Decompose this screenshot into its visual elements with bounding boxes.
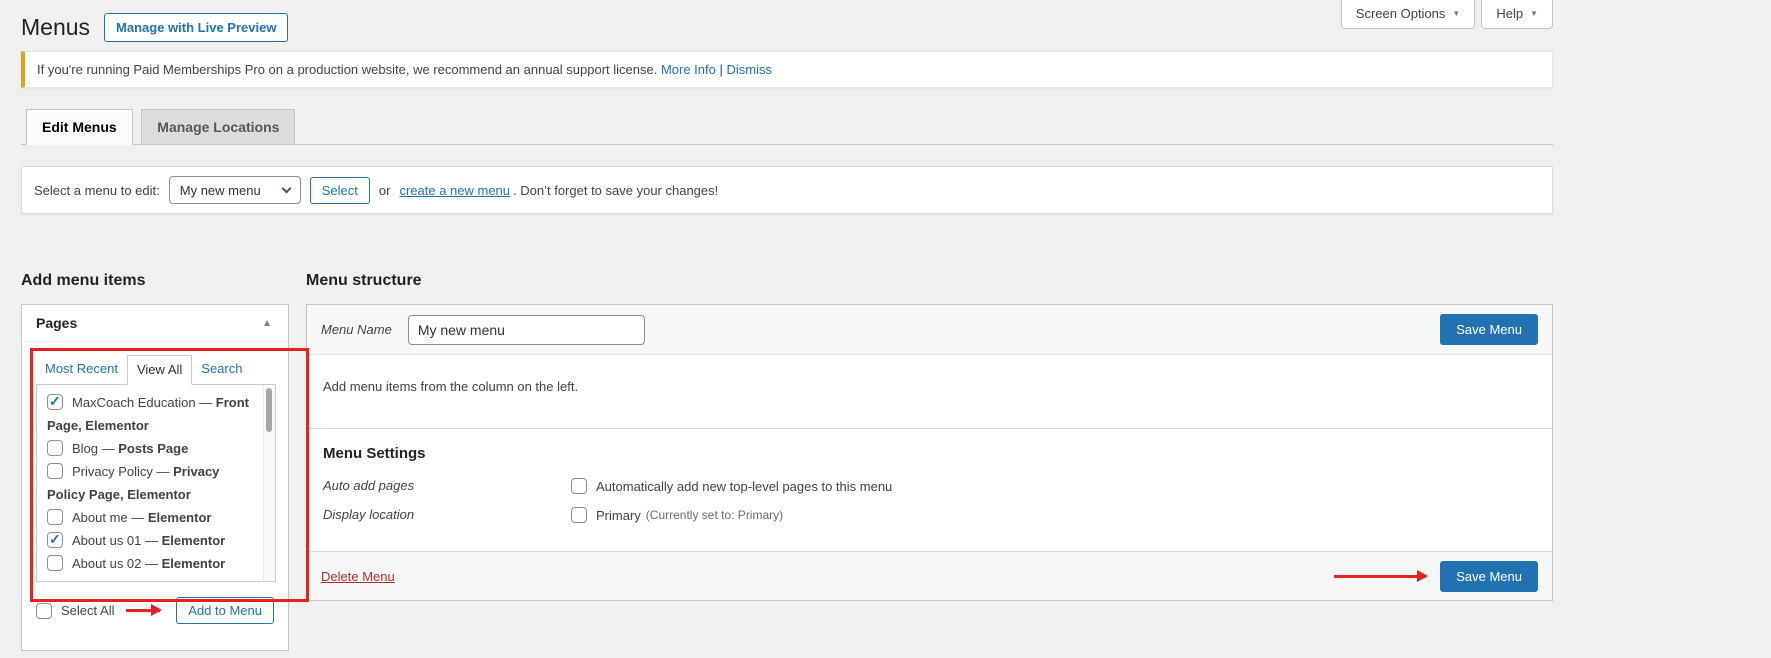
page-item[interactable]: About us 02 — Elementor <box>47 552 249 575</box>
menu-settings-heading: Menu Settings <box>323 445 1536 462</box>
menu-edit-panel: Menu Name Save Menu Add menu items from … <box>306 304 1553 601</box>
chevron-down-icon <box>281 183 291 193</box>
select-all-checkbox[interactable] <box>36 603 52 619</box>
scrollbar-thumb[interactable] <box>266 388 272 432</box>
chevron-down-icon: ▼ <box>1530 9 1538 18</box>
pages-body: Most Recent View All Search MaxCoach Edu… <box>22 342 288 582</box>
save-menu-button-top[interactable]: Save Menu <box>1440 314 1538 345</box>
tab-edit-menus[interactable]: Edit Menus <box>26 109 133 145</box>
select-all-row: Select All Add to Menu <box>22 582 288 624</box>
page-checkbox[interactable] <box>47 394 63 410</box>
menus-admin-screen: Screen Options ▼ Help ▼ Menus Manage wit… <box>0 0 1771 658</box>
page-item[interactable]: Blog — Posts Page <box>47 437 249 460</box>
auto-add-pages-label: Auto add pages <box>323 478 571 493</box>
help-button[interactable]: Help ▼ <box>1481 0 1553 29</box>
menu-select-dropdown[interactable]: My new menu <box>169 176 301 204</box>
display-location-checkbox[interactable] <box>571 507 587 523</box>
dismiss-link[interactable]: Dismiss <box>727 62 773 77</box>
notice-separator: | <box>720 62 723 77</box>
select-button[interactable]: Select <box>310 177 370 204</box>
page-item-label: Privacy Policy — <box>72 464 173 479</box>
manage-live-preview-button[interactable]: Manage with Live Preview <box>104 13 288 42</box>
chevron-down-icon: ▼ <box>1452 9 1460 18</box>
or-text: or <box>379 183 391 198</box>
page-item[interactable]: About me — Elementor <box>47 506 249 529</box>
add-menu-items-heading: Add menu items <box>21 272 289 290</box>
add-to-menu-button[interactable]: Add to Menu <box>176 597 274 624</box>
settings-divider <box>307 428 1552 429</box>
notice-text: If you're running Paid Memberships Pro o… <box>37 62 657 77</box>
select-menu-label: Select a menu to edit: <box>34 183 160 198</box>
screen-options-label: Screen Options <box>1356 6 1446 21</box>
menu-structure-column: Menu structure Menu Name Save Menu Add m… <box>306 272 1553 601</box>
page-item-label: About me — <box>72 510 148 525</box>
nav-tab-bar: Edit Menus Manage Locations <box>21 109 1553 145</box>
menu-structure-heading: Menu structure <box>306 272 1553 290</box>
display-location-label: Display location <box>323 507 571 522</box>
select-all-label: Select All <box>61 603 114 618</box>
menu-panel-footer: Delete Menu Save Menu <box>307 551 1552 600</box>
display-location-row: Display location Primary (Currently set … <box>323 507 1536 523</box>
create-new-menu-link[interactable]: create a new menu <box>399 183 510 198</box>
page-header: Menus Manage with Live Preview <box>21 0 1553 42</box>
annotation-arrow-add-to-menu <box>126 609 160 612</box>
page-checkbox[interactable] <box>47 532 63 548</box>
page-item[interactable]: About us 01 — Elementor <box>47 529 249 552</box>
screen-options-button[interactable]: Screen Options ▼ <box>1341 0 1476 29</box>
annotation-arrow-save-menu <box>1334 575 1426 578</box>
tab-search[interactable]: Search <box>192 355 251 384</box>
tab-most-recent[interactable]: Most Recent <box>36 355 127 384</box>
auto-add-pages-option[interactable]: Automatically add new top-level pages to… <box>571 478 892 494</box>
page-checkbox[interactable] <box>47 463 63 479</box>
empty-menu-text: Add menu items from the column on the le… <box>323 379 1536 394</box>
save-changes-hint: . Don’t forget to save your changes! <box>513 183 718 198</box>
auto-add-pages-checkbox[interactable] <box>571 478 587 494</box>
tab-manage-locations[interactable]: Manage Locations <box>141 109 295 145</box>
pages-checklist: MaxCoach Education — Front Page, Element… <box>36 384 276 582</box>
pages-title: Pages <box>36 315 77 331</box>
add-menu-items-column: Add menu items Pages ▲ Most Recent View … <box>21 272 289 651</box>
page-item-label-bold: Elementor <box>162 533 226 548</box>
collapse-arrow-icon[interactable]: ▲ <box>260 318 274 329</box>
scrollbar-track <box>263 385 275 581</box>
page-title: Menus <box>21 14 90 42</box>
page-item-label-bold: Elementor <box>162 556 226 571</box>
display-location-option[interactable]: Primary (Currently set to: Primary) <box>571 507 783 523</box>
display-location-option-label: Primary <box>596 508 641 523</box>
menu-name-label: Menu Name <box>321 322 392 337</box>
page-item-label: About us 01 — <box>72 533 162 548</box>
menu-panel-header: Menu Name Save Menu <box>307 305 1552 355</box>
page-checkbox[interactable] <box>47 509 63 525</box>
help-label: Help <box>1496 6 1523 21</box>
top-toolbar: Screen Options ▼ Help ▼ <box>1341 0 1553 29</box>
auto-add-pages-option-label: Automatically add new top-level pages to… <box>596 479 892 494</box>
menu-select-value: My new menu <box>180 183 261 198</box>
display-location-note: (Currently set to: Primary) <box>646 508 783 522</box>
page-item-label: About us 02 — <box>72 556 162 571</box>
pages-filter-tabs: Most Recent View All Search <box>36 355 276 384</box>
page-item-label-bold: Posts Page <box>118 441 188 456</box>
page-checkbox[interactable] <box>47 555 63 571</box>
page-item-label: Blog — <box>72 441 118 456</box>
tab-view-all[interactable]: View All <box>127 355 192 385</box>
page-item-label-bold: Elementor <box>148 510 212 525</box>
footer-save-area: Save Menu <box>1334 561 1538 592</box>
admin-notice: If you're running Paid Memberships Pro o… <box>21 51 1553 88</box>
page-item[interactable]: Privacy Policy — Privacy Policy Page, El… <box>47 460 249 506</box>
pages-postbox-header[interactable]: Pages ▲ <box>22 305 288 342</box>
menu-panel-body: Add menu items from the column on the le… <box>307 355 1552 551</box>
pages-postbox: Pages ▲ Most Recent View All Search MaxC… <box>21 304 289 651</box>
more-info-link[interactable]: More Info <box>661 62 716 77</box>
page-item[interactable]: MaxCoach Education — Front Page, Element… <box>47 391 249 437</box>
select-menu-bar: Select a menu to edit: My new menu Selec… <box>21 166 1553 214</box>
delete-menu-link[interactable]: Delete Menu <box>321 569 395 584</box>
page-item-label: MaxCoach Education — <box>72 395 216 410</box>
auto-add-pages-row: Auto add pages Automatically add new top… <box>323 478 1536 494</box>
page-checkbox[interactable] <box>47 440 63 456</box>
menu-name-input[interactable] <box>408 315 645 345</box>
save-menu-button-bottom[interactable]: Save Menu <box>1440 561 1538 592</box>
